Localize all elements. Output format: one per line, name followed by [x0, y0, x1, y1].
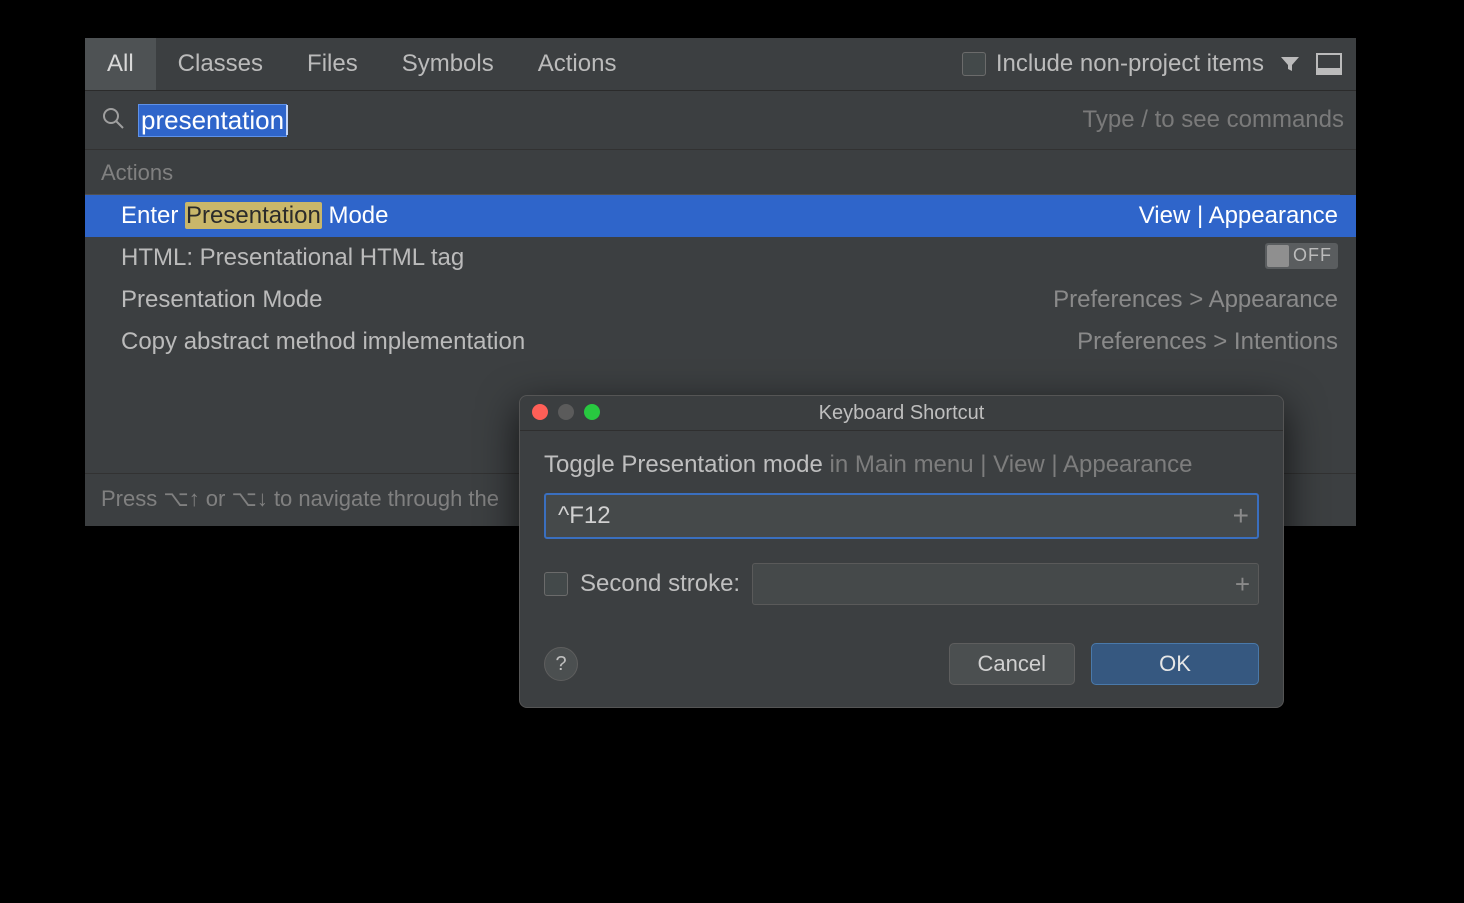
close-icon[interactable]	[532, 404, 548, 420]
second-stroke-label: Second stroke:	[580, 570, 740, 598]
zoom-icon[interactable]	[584, 404, 600, 420]
add-second-stroke-icon[interactable]: +	[1235, 569, 1250, 600]
dialog-description: Toggle Presentation mode in Main menu | …	[544, 451, 1259, 479]
result-row[interactable]: HTML: Presentational HTML tag OFF	[85, 237, 1356, 279]
tab-actions[interactable]: Actions	[516, 38, 639, 90]
cancel-button[interactable]: Cancel	[949, 643, 1075, 685]
match-highlight: Presentation	[185, 202, 322, 229]
ok-button[interactable]: OK	[1091, 643, 1259, 685]
dialog-body: Toggle Presentation mode in Main menu | …	[520, 431, 1283, 613]
filter-icon[interactable]	[1278, 52, 1302, 76]
search-row[interactable]: presentation Type / to see commands	[85, 91, 1356, 150]
help-button[interactable]: ?	[544, 647, 578, 681]
tabs-bar: All Classes Files Symbols Actions Includ…	[85, 38, 1356, 91]
second-stroke-input[interactable]: +	[752, 563, 1259, 605]
result-label: HTML: Presentational HTML tag	[121, 244, 464, 272]
dialog-titlebar: Keyboard Shortcut	[520, 396, 1283, 431]
toggle-off[interactable]: OFF	[1265, 243, 1338, 269]
open-in-window-icon[interactable]	[1316, 53, 1342, 75]
result-row[interactable]: Copy abstract method implementation Pref…	[85, 321, 1356, 363]
include-nonproject-row[interactable]: Include non-project items	[962, 50, 1264, 78]
tab-files[interactable]: Files	[285, 38, 380, 90]
search-input[interactable]: presentation	[139, 105, 286, 136]
text-caret	[286, 105, 288, 135]
include-nonproject-checkbox[interactable]	[962, 52, 986, 76]
dialog-title: Keyboard Shortcut	[819, 402, 985, 425]
include-nonproject-label: Include non-project items	[996, 50, 1264, 78]
shortcut-input[interactable]: ^F12 +	[544, 493, 1259, 539]
window-traffic-lights	[532, 404, 600, 420]
results-section-header: Actions	[85, 150, 1340, 195]
dialog-footer: ? Cancel OK	[520, 613, 1283, 707]
tab-classes[interactable]: Classes	[156, 38, 285, 90]
tabs-right-controls: Include non-project items	[962, 50, 1356, 78]
result-row[interactable]: Enter Presentation Mode View | Appearanc…	[85, 195, 1356, 237]
second-stroke-checkbox[interactable]	[544, 572, 568, 596]
shortcut-value: ^F12	[558, 502, 611, 530]
add-shortcut-icon[interactable]: +	[1233, 500, 1249, 532]
result-toggle[interactable]: OFF	[1265, 243, 1338, 274]
toggle-label: OFF	[1291, 245, 1338, 266]
search-icon	[101, 106, 125, 135]
result-label: Copy abstract method implementation	[121, 328, 525, 356]
keyboard-shortcut-dialog: Keyboard Shortcut Toggle Presentation mo…	[519, 395, 1284, 708]
search-hint: Type / to see commands	[1083, 106, 1344, 134]
result-context: View | Appearance	[1139, 202, 1338, 230]
tab-all[interactable]: All	[85, 38, 156, 90]
action-name: Toggle Presentation mode	[544, 451, 823, 478]
second-stroke-row: Second stroke: +	[544, 563, 1259, 605]
minimize-icon	[558, 404, 574, 420]
result-label: Enter Presentation Mode	[121, 202, 389, 230]
result-label: Presentation Mode	[121, 286, 322, 314]
toggle-knob	[1267, 245, 1289, 267]
action-path: in Main menu | View | Appearance	[830, 451, 1193, 478]
tab-symbols[interactable]: Symbols	[380, 38, 516, 90]
result-context: Preferences > Appearance	[1053, 286, 1338, 314]
result-context: Preferences > Intentions	[1077, 328, 1338, 356]
result-row[interactable]: Presentation Mode Preferences > Appearan…	[85, 279, 1356, 321]
